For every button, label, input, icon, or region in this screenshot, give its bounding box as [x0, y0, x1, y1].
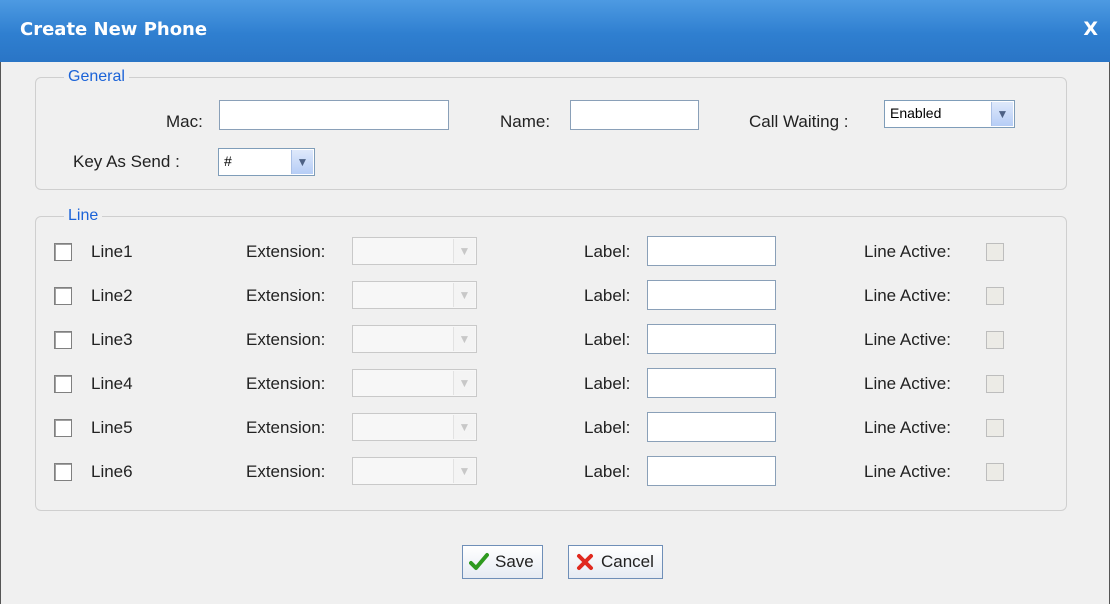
chevron-down-icon[interactable]: ▼	[453, 459, 475, 483]
call-waiting-label: Call Waiting :	[749, 112, 849, 131]
extension-select[interactable]: ▼	[352, 457, 477, 485]
call-waiting-value: Enabled	[890, 105, 942, 121]
cancel-button-label: Cancel	[601, 552, 654, 571]
save-button-label: Save	[495, 552, 534, 571]
label-label: Label:	[584, 418, 631, 437]
extension-label: Extension:	[246, 418, 326, 437]
line-active-label: Line Active:	[864, 242, 951, 261]
chevron-down-icon[interactable]: ▼	[291, 150, 313, 174]
extension-select[interactable]: ▼	[352, 413, 477, 441]
extension-select[interactable]: ▼	[352, 237, 477, 265]
extension-label: Extension:	[246, 330, 326, 349]
dialog-body: General Mac: Name: Call Waiting : Enable…	[0, 62, 1110, 604]
close-button[interactable]: X	[1083, 18, 1098, 40]
line-name: Line5	[91, 418, 133, 437]
extension-label: Extension:	[246, 462, 326, 481]
line-active-checkbox[interactable]	[986, 243, 1004, 261]
line-enable-checkbox[interactable]	[54, 419, 72, 437]
line-label-input[interactable]	[647, 412, 776, 442]
line-name: Line2	[91, 286, 133, 305]
mac-input[interactable]	[219, 100, 449, 130]
x-icon	[575, 552, 595, 572]
extension-select[interactable]: ▼	[352, 281, 477, 309]
line-active-label: Line Active:	[864, 418, 951, 437]
extension-label: Extension:	[246, 374, 326, 393]
line-name: Line1	[91, 242, 133, 261]
general-legend: General	[68, 68, 125, 85]
chevron-down-icon[interactable]: ▼	[991, 102, 1013, 126]
line-enable-checkbox[interactable]	[54, 331, 72, 349]
cancel-button[interactable]: Cancel	[568, 545, 663, 579]
line-active-checkbox[interactable]	[986, 463, 1004, 481]
label-label: Label:	[584, 286, 631, 305]
line-legend: Line	[68, 207, 99, 224]
line-label-input[interactable]	[647, 236, 776, 266]
label-label: Label:	[584, 242, 631, 261]
label-label: Label:	[584, 374, 631, 393]
chevron-down-icon[interactable]: ▼	[453, 327, 475, 351]
line-enable-checkbox[interactable]	[54, 463, 72, 481]
call-waiting-select[interactable]: Enabled ▼	[884, 100, 1015, 128]
extension-label: Extension:	[246, 286, 326, 305]
line-active-checkbox[interactable]	[986, 419, 1004, 437]
name-input[interactable]	[570, 100, 699, 130]
line-label-input[interactable]	[647, 368, 776, 398]
line-enable-checkbox[interactable]	[54, 287, 72, 305]
line-active-label: Line Active:	[864, 462, 951, 481]
label-label: Label:	[584, 330, 631, 349]
chevron-down-icon[interactable]: ▼	[453, 371, 475, 395]
line-label-input[interactable]	[647, 324, 776, 354]
extension-select[interactable]: ▼	[352, 369, 477, 397]
extension-select[interactable]: ▼	[352, 325, 477, 353]
line-active-label: Line Active:	[864, 286, 951, 305]
line-name: Line3	[91, 330, 133, 349]
line-active-checkbox[interactable]	[986, 287, 1004, 305]
dialog-titlebar: Create New Phone X	[0, 0, 1110, 62]
line-enable-checkbox[interactable]	[54, 375, 72, 393]
line-label-input[interactable]	[647, 456, 776, 486]
line-label-input[interactable]	[647, 280, 776, 310]
key-as-send-value: #	[224, 153, 232, 169]
dialog-title: Create New Phone	[20, 19, 208, 40]
name-label: Name:	[500, 112, 551, 131]
line-name: Line6	[91, 462, 133, 481]
save-button[interactable]: Save	[462, 545, 543, 579]
key-as-send-select[interactable]: # ▼	[218, 148, 315, 176]
line-active-checkbox[interactable]	[986, 375, 1004, 393]
line-active-label: Line Active:	[864, 374, 951, 393]
line-name: Line4	[91, 374, 133, 393]
line-enable-checkbox[interactable]	[54, 243, 72, 261]
mac-label: Mac:	[166, 112, 203, 131]
chevron-down-icon[interactable]: ▼	[453, 239, 475, 263]
line-active-checkbox[interactable]	[986, 331, 1004, 349]
key-as-send-label: Key As Send :	[73, 152, 180, 171]
extension-label: Extension:	[246, 242, 326, 261]
line-active-label: Line Active:	[864, 330, 951, 349]
chevron-down-icon[interactable]: ▼	[453, 283, 475, 307]
label-label: Label:	[584, 462, 631, 481]
checkmark-icon	[469, 552, 489, 572]
chevron-down-icon[interactable]: ▼	[453, 415, 475, 439]
